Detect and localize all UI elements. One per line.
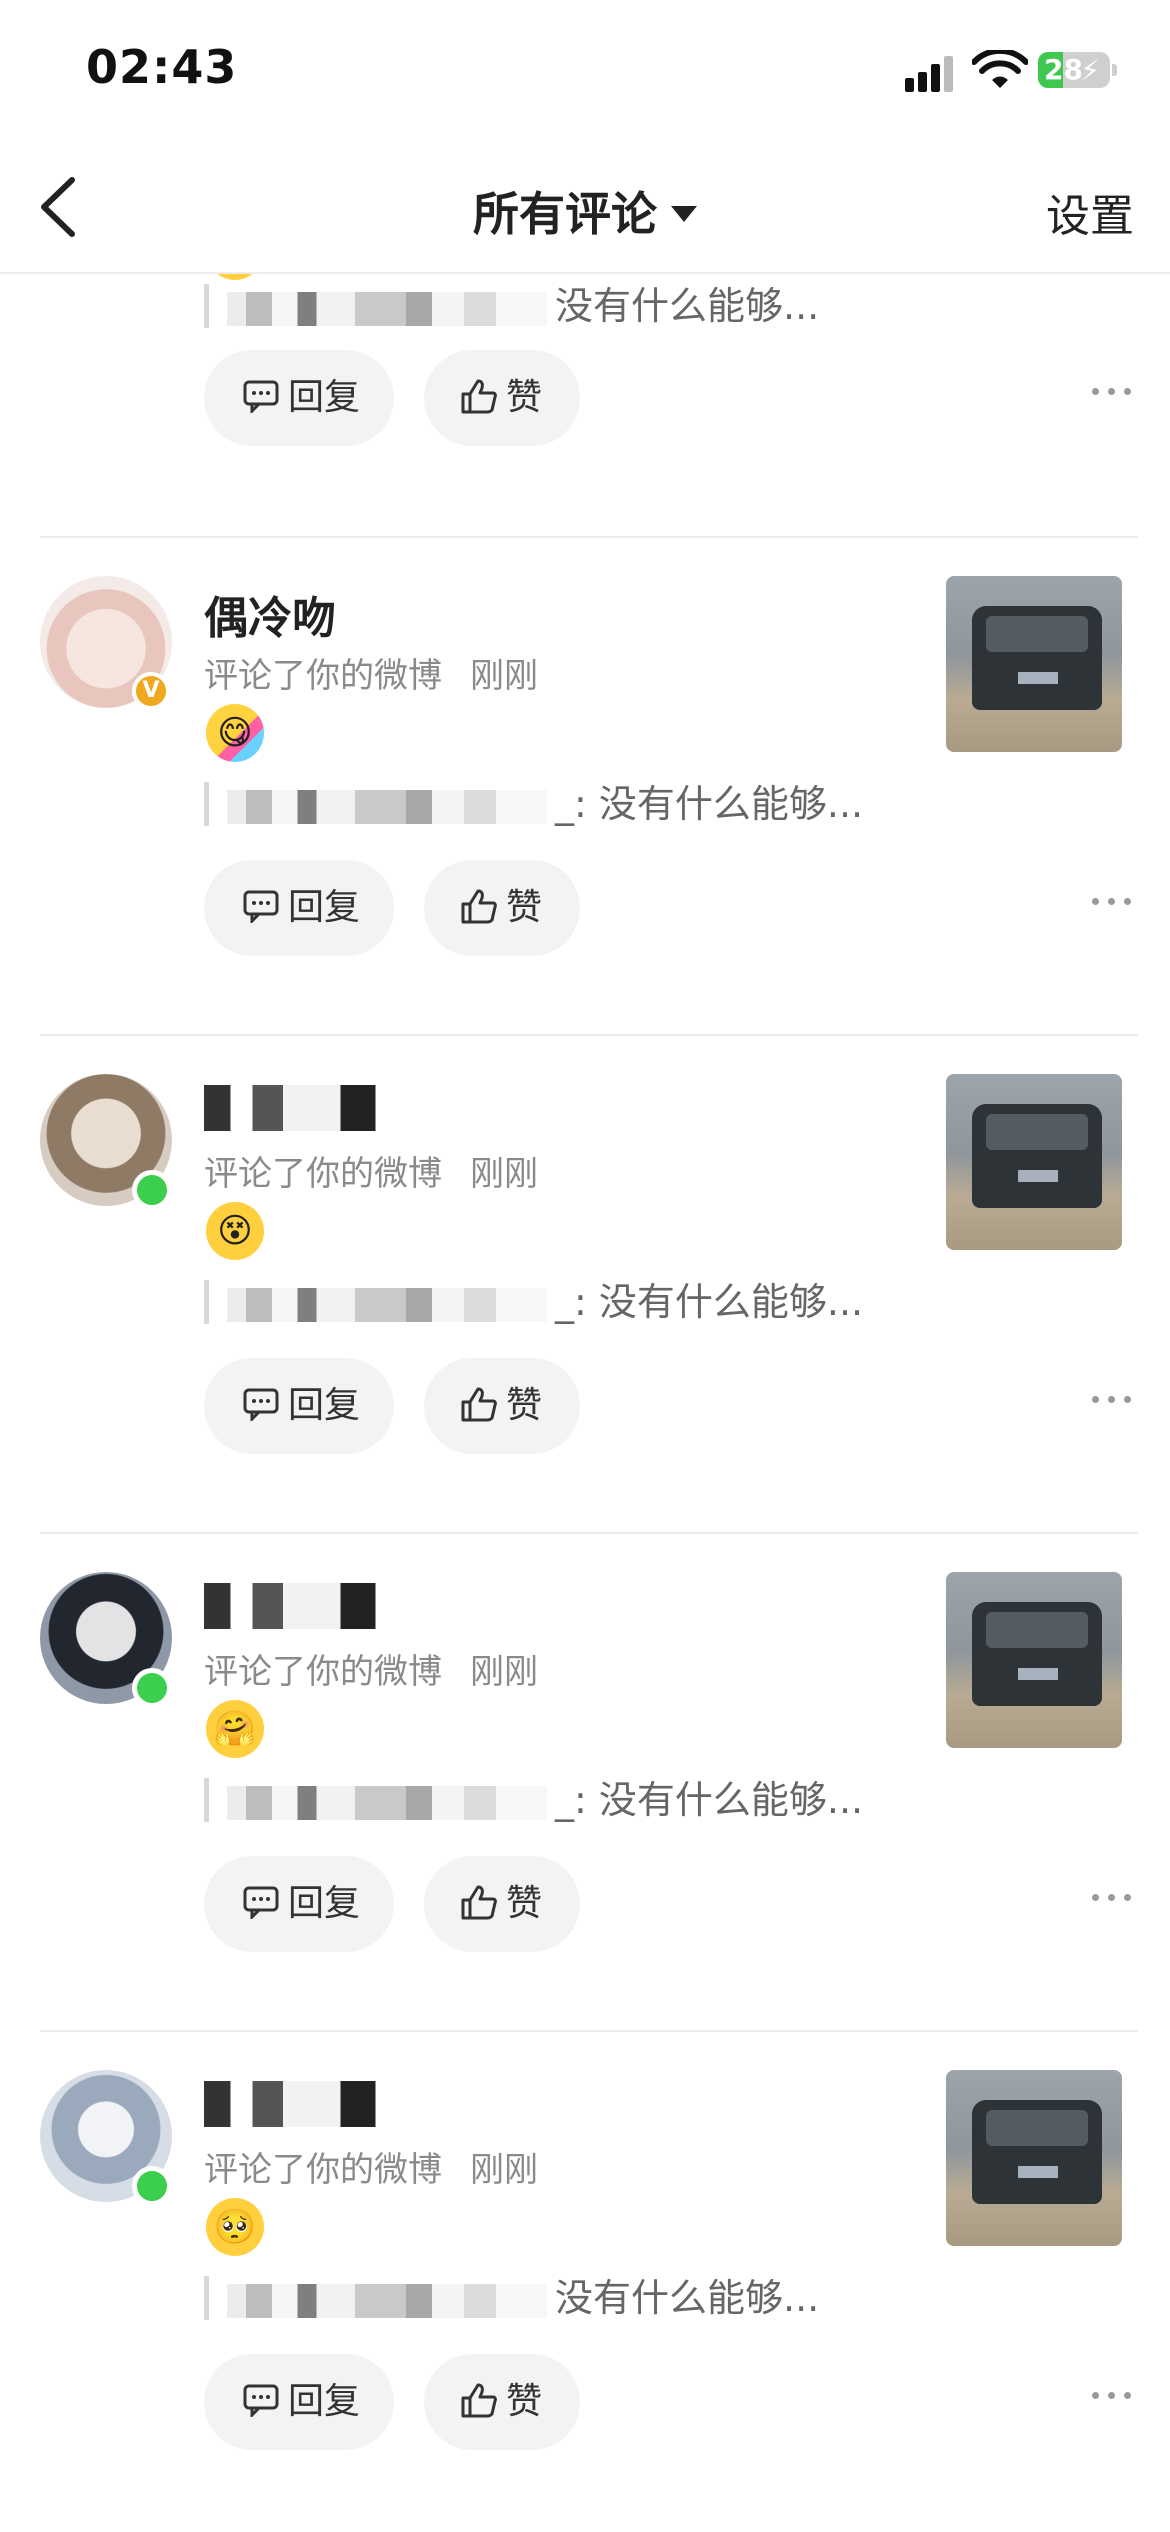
comment-icon <box>243 380 279 413</box>
username[interactable] <box>204 2076 432 2127</box>
more-icon[interactable] <box>1092 384 1132 400</box>
quoted-text: _: 没有什么能够... <box>204 1778 863 1822</box>
comment-list[interactable]: 😊 没有什么能够... 回复 赞 V 偶冷吻 评论了你的微博刚刚 😋 _: 没有… <box>0 274 1170 2532</box>
nav-bar: 所有评论 设置 <box>0 150 1170 274</box>
filter-dropdown[interactable]: 所有评论 <box>0 178 1170 244</box>
username[interactable]: 偶冷吻 <box>204 582 336 646</box>
weibo-thumbnail[interactable] <box>946 576 1122 752</box>
divider <box>40 536 1138 538</box>
username[interactable] <box>204 1578 432 1629</box>
wifi-icon <box>972 50 1028 88</box>
comment-meta: 评论了你的微博 刚刚 <box>204 1652 538 1692</box>
comment-icon <box>243 890 279 923</box>
weibo-thumbnail[interactable] <box>946 1074 1122 1250</box>
thumbs-up-icon <box>461 2383 497 2418</box>
verified-badge: V <box>132 672 170 710</box>
redacted-mosaic <box>227 789 547 824</box>
like-button[interactable]: 赞 <box>424 1358 580 1454</box>
signal-icon <box>905 56 957 92</box>
comment-meta: 评论了你的微博 刚刚 <box>204 656 538 696</box>
like-button[interactable]: 赞 <box>424 1856 580 1952</box>
more-icon[interactable] <box>1092 894 1132 910</box>
status-bar: 02:43 28 ⚡ <box>0 0 1170 150</box>
weibo-thumbnail[interactable] <box>946 1572 1122 1748</box>
divider <box>40 1532 1138 1534</box>
caret-down-icon <box>671 205 697 222</box>
page-title: 所有评论 <box>473 187 657 241</box>
reply-button[interactable]: 回复 <box>204 860 394 956</box>
comment-icon <box>243 1388 279 1421</box>
divider <box>40 2030 1138 2032</box>
thumbs-up-icon <box>461 1885 497 1920</box>
quoted-text: _: 没有什么能够... <box>204 782 863 826</box>
like-button[interactable]: 赞 <box>424 350 580 446</box>
thumbs-up-icon <box>461 889 497 924</box>
more-icon[interactable] <box>1092 1890 1132 1906</box>
comment-meta: 评论了你的微博 刚刚 <box>204 2150 538 2190</box>
thumbs-up-icon <box>461 1387 497 1422</box>
more-icon[interactable] <box>1092 1392 1132 1408</box>
reply-button[interactable]: 回复 <box>204 350 394 446</box>
comment-icon <box>243 2384 279 2417</box>
comment-meta: 评论了你的微博 刚刚 <box>204 1154 538 1194</box>
quoted-text: 没有什么能够... <box>204 2276 819 2320</box>
status-time: 02:43 <box>86 40 238 94</box>
online-status-badge <box>132 1170 172 1210</box>
settings-button[interactable]: 设置 <box>1046 180 1134 244</box>
emoji-icon: 🤗 <box>206 1700 264 1758</box>
more-icon[interactable] <box>1092 2388 1132 2404</box>
username[interactable] <box>204 1080 432 1131</box>
weibo-thumbnail[interactable] <box>946 2070 1122 2246</box>
battery-level: 28 <box>1044 53 1083 86</box>
reply-button[interactable]: 回复 <box>204 1856 394 1952</box>
quoted-text: 没有什么能够... <box>204 284 819 328</box>
online-status-badge <box>132 2166 172 2206</box>
quoted-text: _: 没有什么能够... <box>204 1280 863 1324</box>
redacted-mosaic <box>204 2081 424 2127</box>
redacted-mosaic <box>204 1085 424 1131</box>
redacted-mosaic <box>227 1785 547 1820</box>
like-button[interactable]: 赞 <box>424 860 580 956</box>
emoji-icon: 🥺 <box>206 2198 264 2256</box>
redacted-mosaic <box>227 1287 547 1322</box>
redacted-mosaic <box>204 1583 424 1629</box>
divider <box>40 1034 1138 1036</box>
online-status-badge <box>132 1668 172 1708</box>
comment-icon <box>243 1886 279 1919</box>
thumbs-up-icon <box>461 379 497 414</box>
reply-button[interactable]: 回复 <box>204 1358 394 1454</box>
like-button[interactable]: 赞 <box>424 2354 580 2450</box>
emoji-icon: 😵 <box>206 1202 264 1260</box>
emoji-icon: 😋 <box>206 704 264 762</box>
redacted-mosaic <box>227 291 547 326</box>
battery-icon: 28 ⚡ <box>1038 52 1117 88</box>
emoji-icon: 😊 <box>206 274 264 280</box>
reply-button[interactable]: 回复 <box>204 2354 394 2450</box>
redacted-mosaic <box>227 2283 547 2318</box>
